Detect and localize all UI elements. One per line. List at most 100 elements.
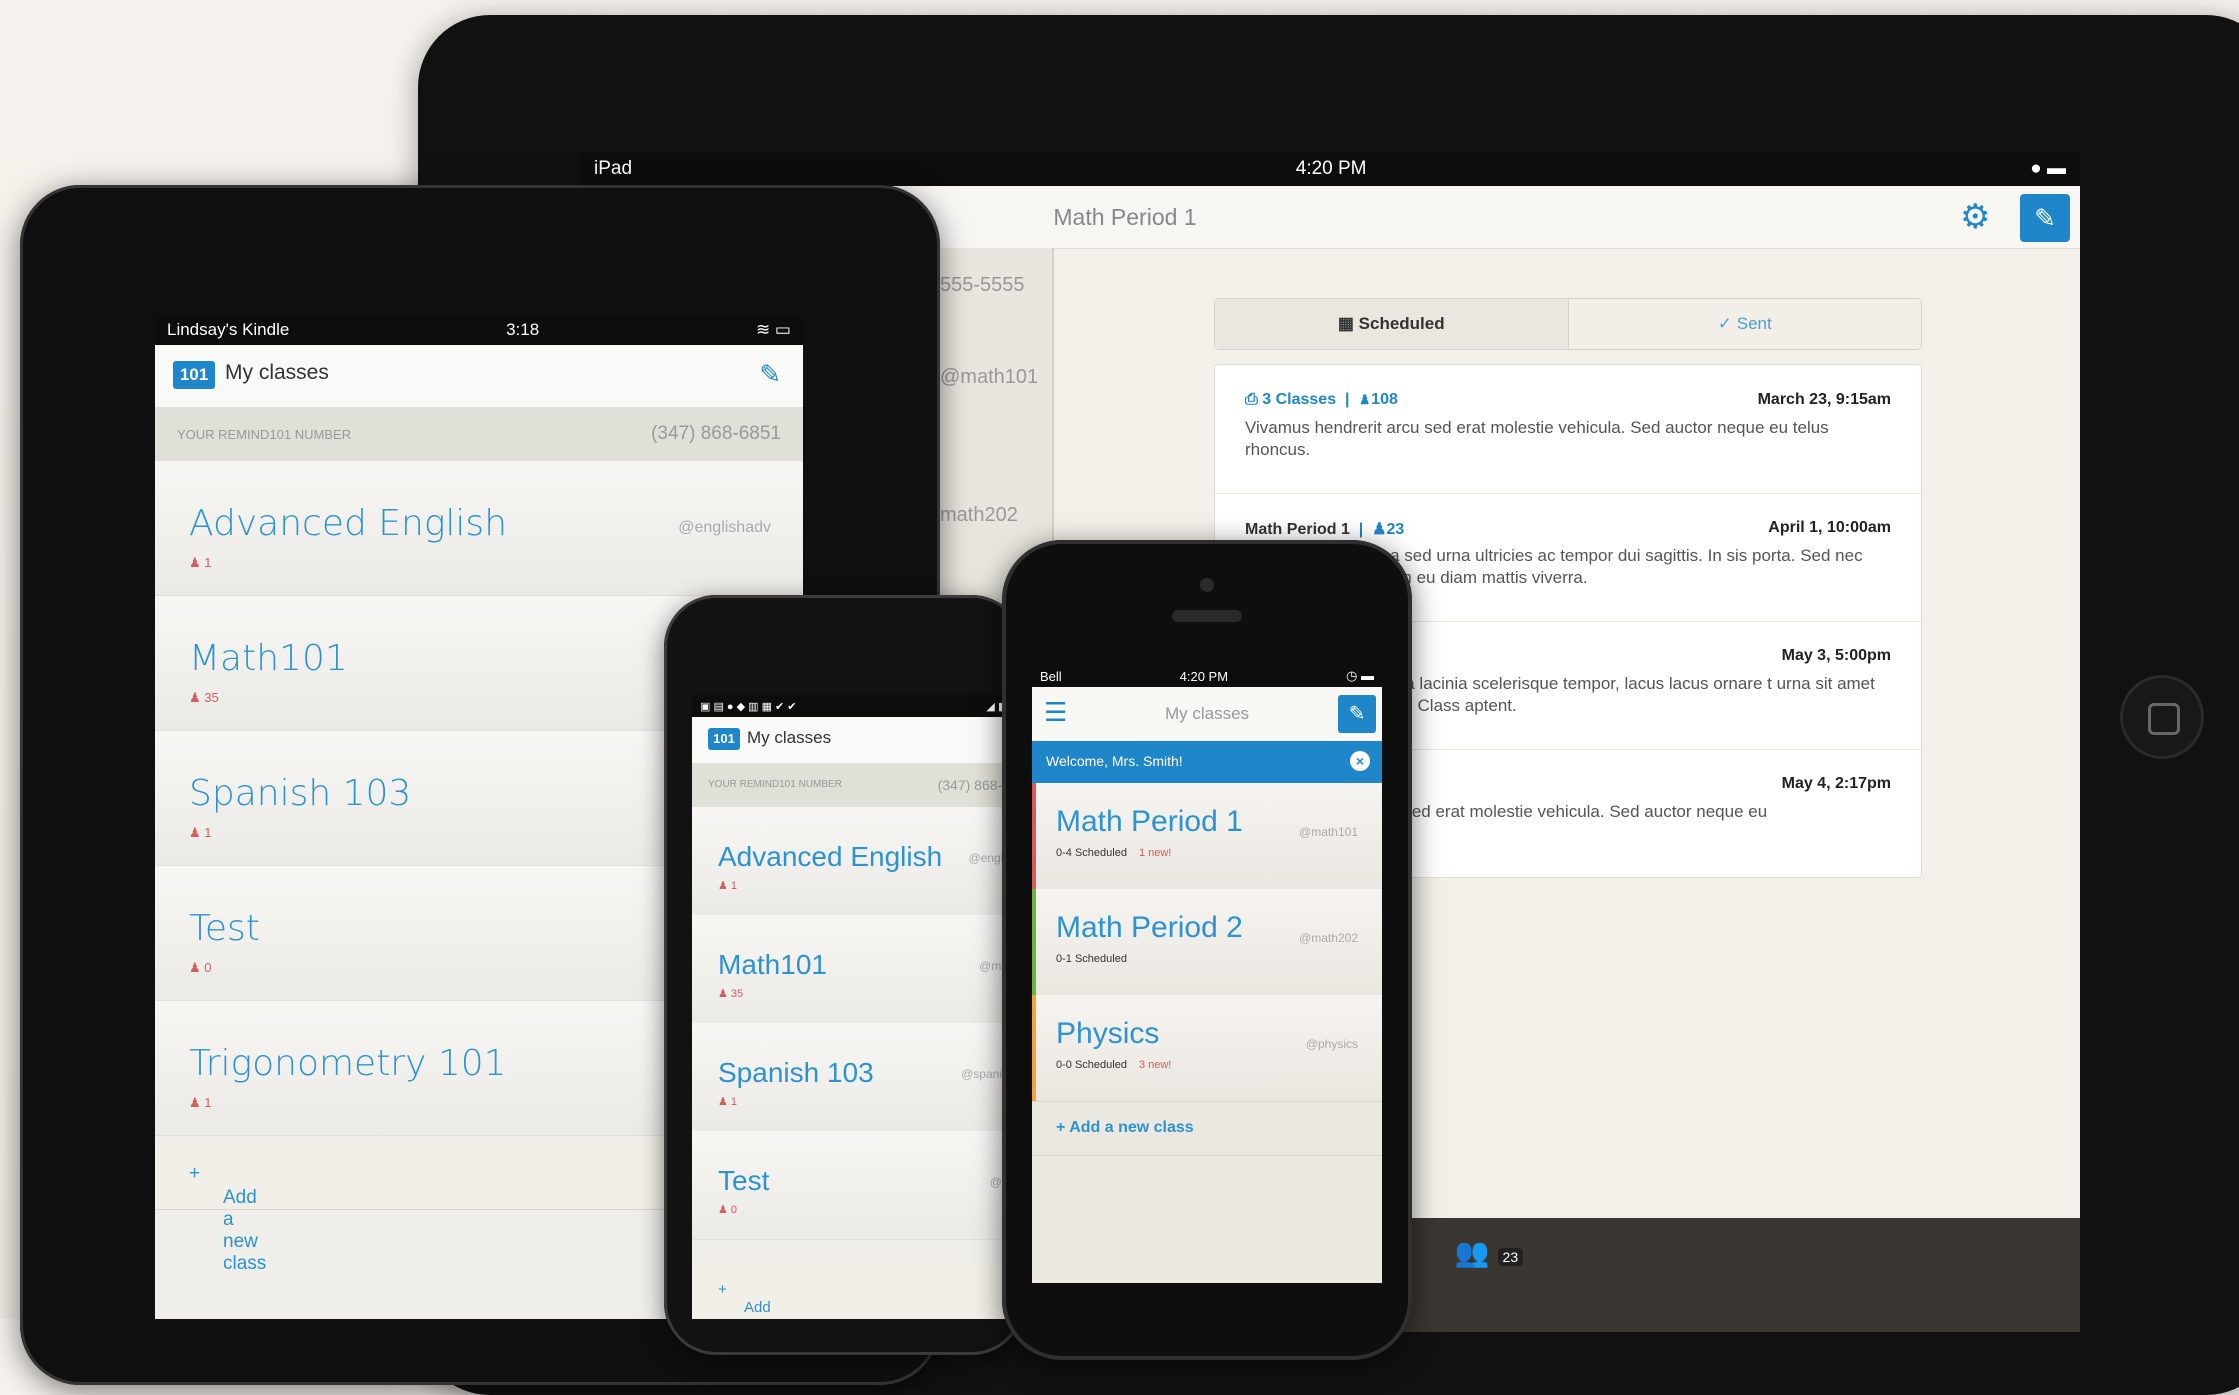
class-name: Test [189,908,260,949]
welcome-text: Welcome, Mrs. Smith! [1046,753,1183,769]
message-item[interactable]: ⎙ 3 Classes | ♟108 March 23, 9:15am Viva… [1215,365,1921,494]
class-handle: @math202 [1299,931,1358,945]
class-name: Test [718,1165,770,1196]
message-body: rna sed urna ultricies ac tempor dui sag… [1375,546,1863,587]
remind-number: (347) 868-6851 [651,423,781,444]
message-body: Vivamus hendrerit arcu sed erat molestie… [1245,418,1829,459]
class-name: Advanced English [189,503,508,544]
remind-number: (347) 868-6 [937,777,1010,793]
class-name: Math101 [718,949,827,980]
class-schedule: 0-0 Scheduled 3 new! [1056,1059,1172,1071]
tab-scheduled[interactable]: ▦ Scheduled [1215,299,1569,349]
close-icon[interactable]: × [1350,751,1370,771]
class-name: Trigonometry 101 [189,1043,507,1084]
message-date: March 23, 9:15am [1757,391,1891,408]
class-row[interactable]: Test ♟ 0 @tes [692,1131,1012,1240]
remind101-logo: 101 [173,361,215,389]
message-body: rcu sed erat molestie vehicula. Sed auct… [1375,802,1768,821]
remind-number-label: YOUR REMIND101 NUMBER [177,427,352,442]
iphone-status-bar: Bell 4:20 PM ◷ ▬ [1032,665,1382,687]
android-header: 101 My classes [692,717,1012,764]
new-badge: 3 new! [1138,1059,1172,1071]
class-name: Physics [1056,1017,1160,1050]
class-row[interactable]: Physics 0-0 Scheduled 3 new! @physics [1032,995,1382,1102]
class-row[interactable]: Math Period 1 0-4 Scheduled 1 new! @math1… [1032,783,1382,890]
member-count-badge: 23 [1497,1248,1524,1266]
iphone-carrier: Bell [1040,668,1062,684]
android-screen: ▣ ▤ ● ◆ ▥ ▦ ✔ ✔ ◢ ▮ 101 My classes YOUR … [692,695,1012,1319]
welcome-banner: Welcome, Mrs. Smith! × [1032,741,1382,783]
class-schedule: 0-4 Scheduled 1 new! [1056,847,1172,859]
row-status-stripe [1032,783,1036,889]
add-class-button[interactable]: + Add a new class [1032,1101,1382,1156]
tab-sent[interactable]: ✓ Sent [1569,299,1922,349]
class-row[interactable]: Spanish 103 ♟ 1 @spanish10 [692,1023,1012,1132]
class-name: Math Period 1 [1056,805,1243,838]
add-class-button[interactable]: + Add a new class [692,1263,1012,1319]
kindle-header: 101 My classes ✎ [155,345,803,408]
row-status-stripe [1032,995,1036,1101]
battery-icon: ◷ ▬ [1346,668,1374,683]
list-item[interactable]: math202 [940,504,1052,527]
compose-button[interactable]: ✎ [1338,695,1376,733]
remind-number-label: YOUR REMIND101 NUMBER [708,779,842,790]
class-row[interactable]: Math Period 2 0-1 Scheduled @math202 [1032,889,1382,996]
notification-icons: ▣ ▤ ● ◆ ▥ ▦ ✔ ✔ [700,700,797,713]
class-handle: @englishadv [678,519,771,536]
member-count: ♟ 1 [189,825,212,840]
class-handle: @physics [1305,1037,1358,1051]
class-row[interactable]: Advanced English ♟ 1 @englishadv [155,461,803,596]
class-switcher[interactable]: My classes [747,728,831,748]
class-schedule: 0-1 Scheduled [1056,953,1127,965]
class-handle: @math101 [1299,825,1358,839]
class-name: Math101 [189,638,348,679]
camera-icon [1200,578,1214,592]
member-count: ♟ 1 [189,555,212,570]
remind-number-bar: YOUR REMIND101 NUMBER (347) 868-6851 [155,407,803,461]
member-count: ♟ 1 [189,1095,212,1110]
message-recipient: ⎙ 3 Classes | ♟108 [1245,391,1398,408]
battery-icon: ● ▬ [2030,158,2066,179]
class-name: Spanish 103 [189,773,412,814]
member-count: ♟ 0 [189,960,212,975]
kindle-time: 3:18 [506,320,540,339]
person-icon: ♟ [1358,391,1372,408]
gear-icon[interactable]: ⚙ [1960,200,1990,234]
ipad-home-button[interactable] [2120,675,2204,759]
remind101-logo: 101 [708,728,740,750]
compose-button[interactable]: ✎ [2020,194,2070,242]
class-row[interactable]: Advanced English ♟ 1 @englishad [692,807,1012,916]
class-name: Advanced English [718,841,943,872]
member-count: ♟ 0 [718,1204,738,1216]
remind-number-bar: YOUR REMIND101 NUMBER (347) 868-6 [692,763,1012,807]
iphone-header: My classes ☰ ✎ [1032,687,1382,742]
ipad-device-label: iPad [594,158,633,179]
class-switcher[interactable]: My classes [225,361,329,385]
ipad-time: 4:20 PM [1295,158,1367,179]
wifi-icon: ≋ ▭ [755,320,791,339]
class-name: Math Period 2 [1056,911,1243,944]
android-status-bar: ▣ ▤ ● ◆ ▥ ▦ ✔ ✔ ◢ ▮ [692,695,1012,717]
message-date: May 3, 5:00pm [1781,647,1891,664]
member-count: ♟ 35 [189,690,219,705]
class-row[interactable]: Math101 ♟ 35 @math [692,915,1012,1024]
list-item[interactable]: @math101 [940,366,1052,389]
message-date: May 4, 2:17pm [1781,775,1891,792]
message-body: ligula lacinia scelerisque tempor, lacus… [1375,674,1875,715]
new-badge: 1 new! [1138,847,1172,859]
ipad-status-bar: iPad 4:20 PM ● ▬ [580,152,2080,186]
kindle-device-label: Lindsay's Kindle [167,320,290,339]
row-status-stripe [1032,889,1036,995]
message-date: April 1, 10:00am [1768,519,1891,536]
message-recipient: Math Period 1 | ♟23 [1245,521,1405,538]
list-item[interactable]: 555-5555 [940,274,1052,297]
message-segment-control: ▦ Scheduled ✓ Sent [1214,298,1922,350]
class-name: Spanish 103 [718,1057,874,1088]
speaker-grille [1172,610,1242,622]
member-count: ♟ 35 [718,988,744,1000]
hamburger-menu-icon[interactable]: ☰ [1044,699,1067,725]
page-title: My classes [1164,704,1250,723]
compose-icon[interactable]: ✎ [759,359,781,390]
iphone-time: 4:20 PM [1179,668,1229,684]
home-square-icon [2148,703,2180,735]
